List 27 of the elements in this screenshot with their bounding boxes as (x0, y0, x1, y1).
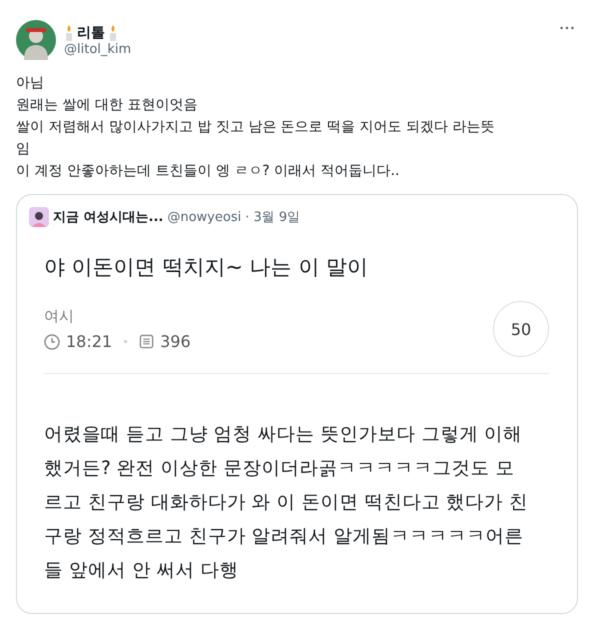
quoted-author-handle: @nowyeosi (167, 210, 242, 224)
quoted-author-name: 지금 여성시대는... (53, 209, 164, 226)
tweet-text: 임 (16, 140, 31, 159)
avatar-icon[interactable] (16, 20, 56, 60)
clock-icon (44, 334, 60, 350)
view-count: 396 (160, 332, 191, 351)
author-name[interactable]: 리톨 (77, 24, 105, 42)
post-body-text: 했거든? 완전 이상한 문장이더라곩ㅋㅋㅋㅋㅋ그것도 모 (44, 457, 516, 481)
post-time: 18:21 (66, 332, 112, 351)
tweet-text: 이 계정 안좋아하는데 트친들이 엥 ㄹㅇ? 이래서 적어둡니다.. (16, 162, 400, 181)
post-body-text: 구랑 정적흐르고 친구가 알려줘서 알게됨ㅋㅋㅋㅋㅋ어른 (44, 525, 525, 549)
author-handle[interactable]: @litol_kim (64, 42, 548, 56)
comment-count: 50 (493, 301, 549, 357)
tweet-text: 쌀이 저렴해서 많이사가지고 밥 짓고 남은 돈으로 떡을 지어도 되겠다 라는뜻 (16, 118, 496, 137)
post-title: 야 이돈이면 떡치지~ 나는 이 말이 (44, 254, 369, 281)
candle-icon (64, 24, 74, 40)
post-body-text: 어렸을때 듣고 그냥 엄청 싸다는 뜻인가보다 그렇게 이해 (44, 423, 524, 447)
quoted-date: · 3월 9일 (245, 209, 300, 226)
list-icon (139, 334, 154, 349)
post-body-text: 들 앞에서 안 써서 다행 (44, 559, 240, 583)
candle-icon (108, 24, 118, 40)
tweet-text: 아님 (16, 74, 45, 93)
post-body-text: 르고 친구랑 대화하다가 와 이 돈이면 떡친다고 했다가 친 (44, 491, 530, 515)
board-name: 여시 (44, 307, 75, 326)
avatar-icon (29, 207, 49, 227)
quoted-post-card[interactable]: 지금 여성시대는... @nowyeosi · 3월 9일 야 이돈이면 떡치지~ 나는 이 말이 여시 18:21 396 50 어렸을때 듣고 그냥 엄청 싸다는 뜻인가보다 그렇게 이해 했거든? 완전 이상한 문장이더라곩ㅋㅋㅋㅋㅋ그것도 모 르고 친구랑 대화하다가 와 이 돈이면 떡친다고 했다가 친 구랑 정적흐르고 친구가 알려줘서 알게됨ㅋㅋㅋㅋㅋ어른 들 앞에서 안 써서 다행 (16, 194, 578, 614)
tweet-text: 원래는 쌀에 대한 표현이엇음 (16, 96, 198, 115)
